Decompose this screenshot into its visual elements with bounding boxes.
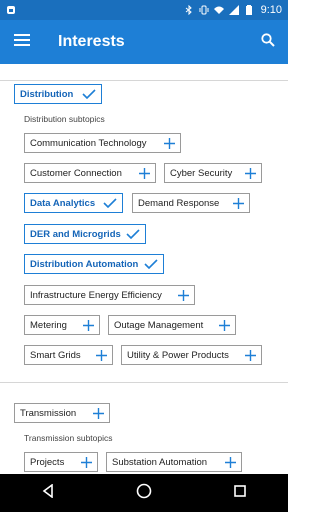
checkmark-icon bbox=[144, 259, 158, 269]
system-nav-bar bbox=[0, 474, 288, 512]
chip-label: Infrastructure Energy Efficiency bbox=[30, 289, 162, 301]
subtopic-chip[interactable]: Outage Management bbox=[108, 315, 236, 335]
chip-label: Outage Management bbox=[114, 319, 204, 331]
topic-chip-transmission[interactable]: Transmission bbox=[14, 403, 110, 423]
plus-icon bbox=[139, 167, 150, 179]
topic-chip-distribution[interactable]: Distribution bbox=[14, 84, 102, 104]
checkmark-icon bbox=[82, 89, 96, 99]
chip-label: Demand Response bbox=[138, 197, 220, 209]
search-icon bbox=[261, 32, 275, 52]
plus-icon bbox=[96, 349, 107, 361]
wifi-icon bbox=[213, 5, 224, 15]
chip-label: Smart Grids bbox=[30, 349, 81, 361]
chip-label: Data Analytics bbox=[30, 197, 96, 209]
back-triangle-icon bbox=[41, 482, 55, 503]
chip-label: Communication Technology bbox=[30, 137, 147, 149]
page-title: Interests bbox=[58, 33, 125, 50]
notification-icon bbox=[6, 5, 16, 15]
subtopic-chip[interactable]: Cyber Security bbox=[164, 163, 262, 183]
vibrate-icon bbox=[199, 5, 209, 15]
chip-label: Metering bbox=[30, 319, 67, 331]
signal-icon bbox=[228, 5, 239, 15]
plus-icon bbox=[81, 456, 92, 468]
battery-icon bbox=[244, 5, 254, 15]
status-time: 9:10 bbox=[260, 4, 282, 16]
chip-label: Utility & Power Products bbox=[127, 349, 229, 361]
plus-icon bbox=[164, 137, 175, 149]
subtopic-chip[interactable]: Smart Grids bbox=[24, 345, 113, 365]
chip-label: Distribution bbox=[20, 88, 74, 100]
menu-button[interactable] bbox=[0, 20, 44, 64]
subtopic-chip[interactable]: Communication Technology bbox=[24, 133, 181, 153]
plus-icon bbox=[83, 319, 94, 331]
interests-list[interactable]: Distribution Distribution subtopics Comm… bbox=[0, 64, 288, 474]
subtopic-chip[interactable]: Substation Automation bbox=[106, 452, 242, 472]
chip-label: Distribution Automation bbox=[30, 258, 139, 270]
subtopic-chip[interactable]: Infrastructure Energy Efficiency bbox=[24, 285, 195, 305]
top-divider bbox=[0, 80, 288, 81]
recents-button[interactable] bbox=[220, 474, 260, 512]
section-subtitle: Distribution subtopics bbox=[24, 114, 105, 124]
search-button[interactable] bbox=[248, 20, 288, 64]
subtopic-chip[interactable]: DER and Microgrids bbox=[24, 224, 146, 244]
chip-label: Projects bbox=[30, 456, 65, 468]
section-divider bbox=[0, 382, 288, 383]
bluetooth-icon bbox=[184, 4, 194, 16]
checkmark-icon bbox=[103, 198, 117, 208]
subtopic-chip[interactable]: Demand Response bbox=[132, 193, 250, 213]
hamburger-menu-icon bbox=[14, 33, 30, 51]
plus-icon bbox=[225, 456, 236, 468]
plus-icon bbox=[245, 349, 256, 361]
plus-icon bbox=[93, 407, 104, 419]
chip-label: Cyber Security bbox=[170, 167, 233, 179]
home-button[interactable] bbox=[124, 474, 164, 512]
subtopic-chip[interactable]: Projects bbox=[24, 452, 98, 472]
chip-label: Transmission bbox=[20, 407, 77, 419]
chip-label: DER and Microgrids bbox=[30, 228, 121, 240]
app-bar: Interests bbox=[0, 20, 288, 64]
chip-label: Substation Automation bbox=[112, 456, 208, 468]
back-button[interactable] bbox=[28, 474, 68, 512]
status-bar: 9:10 bbox=[0, 0, 288, 20]
subtopic-chip[interactable]: Data Analytics bbox=[24, 193, 123, 213]
plus-icon bbox=[219, 319, 230, 331]
section-subtitle: Transmission subtopics bbox=[24, 433, 113, 443]
checkmark-icon bbox=[126, 229, 140, 239]
home-circle-icon bbox=[136, 483, 152, 504]
subtopic-chip[interactable]: Customer Connection bbox=[24, 163, 156, 183]
recents-square-icon bbox=[233, 484, 247, 503]
subtopic-chip[interactable]: Metering bbox=[24, 315, 100, 335]
chip-label: Customer Connection bbox=[30, 167, 122, 179]
plus-icon bbox=[233, 197, 244, 209]
subtopic-chip[interactable]: Distribution Automation bbox=[24, 254, 164, 274]
plus-icon bbox=[245, 167, 256, 179]
subtopic-chip[interactable]: Utility & Power Products bbox=[121, 345, 262, 365]
plus-icon bbox=[178, 289, 189, 301]
